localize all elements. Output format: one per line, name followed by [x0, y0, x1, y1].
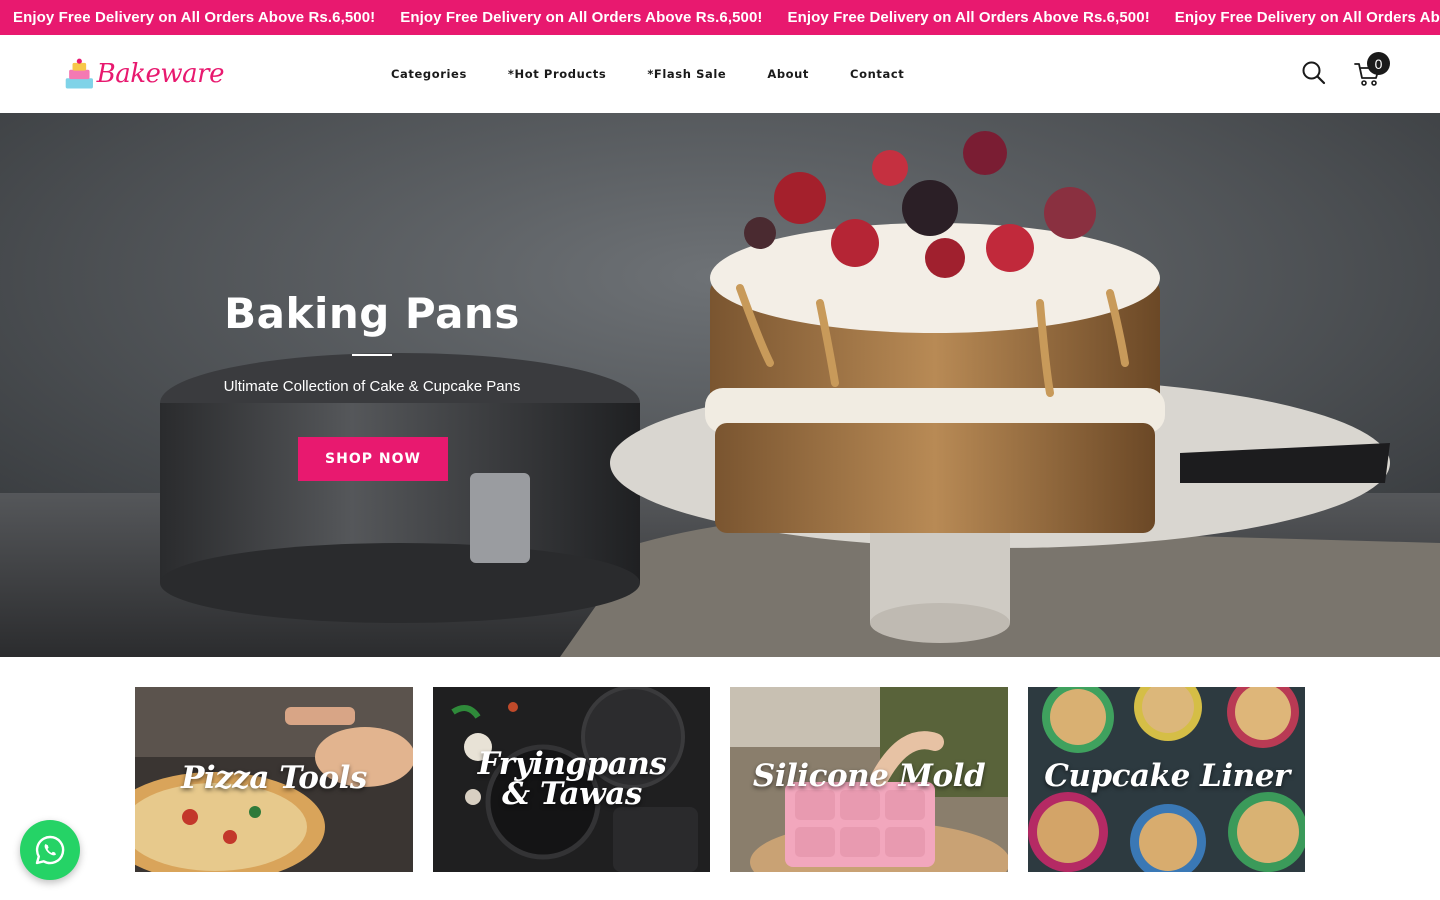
category-tile-fryingpans[interactable]: Fryingpans & Tawas: [433, 687, 711, 872]
category-label-line-2: & Tawas: [502, 776, 642, 812]
category-tile-silicone-mold[interactable]: Silicone Mold: [730, 687, 1008, 872]
hero-text-block: Baking Pans Ultimate Collection of Cake …: [172, 289, 572, 395]
hero-subtitle: Ultimate Collection of Cake & Cupcake Pa…: [223, 378, 521, 395]
search-icon: [1302, 61, 1326, 85]
shop-now-button[interactable]: SHOP NOW: [298, 437, 448, 481]
hero-banner: Baking Pans Ultimate Collection of Cake …: [0, 113, 1440, 657]
site-header: Bakeware Categories *Hot Products *Flash…: [0, 35, 1440, 113]
category-label: Silicone Mold: [752, 758, 986, 794]
cart-count-badge: 0: [1367, 52, 1390, 75]
category-label: Cupcake Liner: [1044, 758, 1290, 794]
nav-contact[interactable]: Contact: [850, 67, 904, 81]
category-label: Pizza Tools: [181, 760, 367, 796]
hero-title: Baking Pans: [224, 289, 520, 338]
category-label: Fryingpans & Tawas: [433, 749, 711, 812]
nav-flash-sale[interactable]: *Flash Sale: [647, 67, 726, 81]
announcement-text: Enjoy Free Delivery on All Orders Above …: [1174, 9, 1440, 26]
announcement-text: Enjoy Free Delivery on All Orders Above …: [787, 9, 1150, 26]
cake-logo-icon: [65, 58, 93, 89]
announcement-bar: Enjoy Free Delivery on All Orders Above …: [0, 0, 1440, 35]
whatsapp-chat-button[interactable]: [20, 820, 80, 880]
logo-wordmark: Bakeware: [96, 59, 225, 89]
category-tile-pizza-tools[interactable]: Pizza Tools: [135, 687, 413, 872]
search-button[interactable]: [1301, 60, 1327, 86]
nav-categories[interactable]: Categories: [391, 67, 467, 81]
main-nav: Categories *Hot Products *Flash Sale Abo…: [391, 35, 945, 113]
whatsapp-icon: [35, 835, 65, 865]
nav-about[interactable]: About: [767, 67, 809, 81]
category-tile-cupcake-liner[interactable]: Cupcake Liner: [1028, 687, 1306, 872]
announcement-text: Enjoy Free Delivery on All Orders Above …: [13, 9, 376, 26]
nav-hot-products[interactable]: *Hot Products: [508, 67, 606, 81]
hero-divider: [352, 354, 392, 356]
announcement-text: Enjoy Free Delivery on All Orders Above …: [400, 9, 763, 26]
logo[interactable]: Bakeware: [64, 53, 225, 95]
